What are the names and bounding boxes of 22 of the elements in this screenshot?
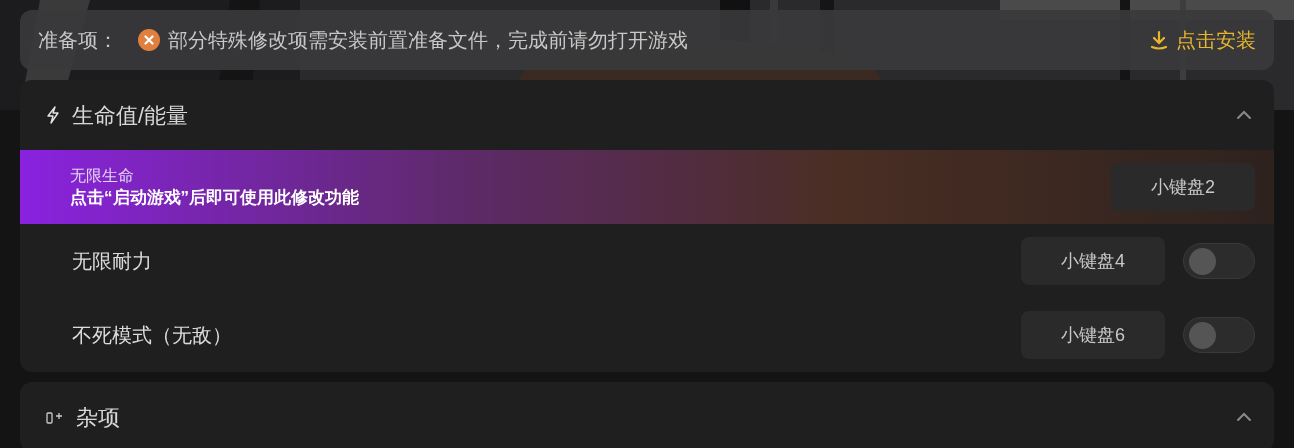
section-title: 生命值/能量 (72, 101, 190, 130)
toggle-switch[interactable] (1183, 243, 1255, 279)
prep-label: 准备项： (38, 28, 118, 53)
cheat-name: 无限生命 (70, 166, 135, 186)
error-icon (138, 29, 160, 51)
toggle-switch[interactable] (1183, 317, 1255, 353)
cheat-name: 无限耐力 (72, 249, 153, 274)
install-button[interactable]: 点击安装 (1150, 25, 1256, 55)
hotkey-button[interactable]: 小键盘2 (1111, 163, 1255, 211)
lightning-icon (46, 106, 60, 124)
download-icon (1150, 30, 1168, 50)
hotkey-button[interactable]: 小键盘4 (1021, 237, 1165, 285)
hotkey-button[interactable]: 小键盘6 (1021, 311, 1165, 359)
chevron-up-icon[interactable] (1236, 110, 1252, 120)
cheat-name: 不死模式（无敌） (72, 323, 233, 348)
grid-plus-icon (46, 410, 64, 424)
chevron-up-icon[interactable] (1236, 412, 1252, 422)
section-header[interactable]: 生命值/能量 (20, 80, 1274, 150)
section-title: 杂项 (76, 403, 121, 432)
section-header[interactable]: 杂项 (20, 382, 1274, 448)
prep-message: 部分特殊修改项需安装前置准备文件，完成前请勿打开游戏 (168, 28, 689, 53)
notice-text: 点击“启动游戏”后即可使用此修改功能 (70, 187, 360, 209)
